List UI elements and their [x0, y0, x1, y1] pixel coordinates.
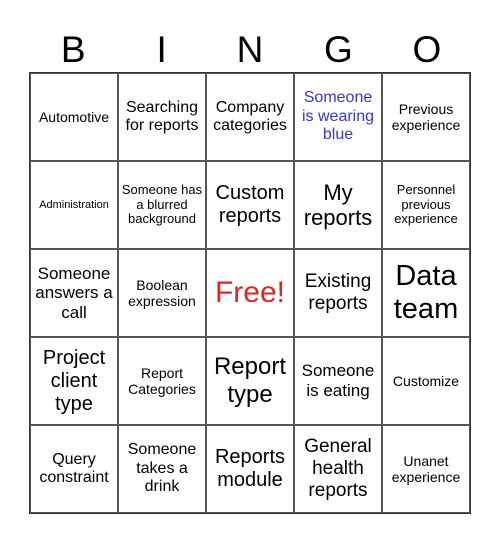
- bingo-cell[interactable]: Boolean expression: [118, 249, 206, 337]
- header-letter-b: B: [60, 29, 86, 70]
- bingo-cell[interactable]: Customize: [382, 337, 470, 425]
- bingo-header: B I N G O: [29, 28, 471, 72]
- bingo-cell[interactable]: Someone takes a drink: [118, 425, 206, 513]
- header-letter-n: N: [236, 29, 264, 70]
- bingo-cell[interactable]: General health reports: [294, 425, 382, 513]
- bingo-cell[interactable]: Someone answers a call: [30, 249, 118, 337]
- free-space-cell[interactable]: Free!: [206, 249, 294, 337]
- bingo-grid: Automotive Searching for reports Company…: [29, 72, 471, 514]
- bingo-cell[interactable]: Personnel previous experience: [382, 161, 470, 249]
- bingo-cell[interactable]: Automotive: [30, 73, 118, 161]
- bingo-cell[interactable]: Searching for reports: [118, 73, 206, 161]
- bingo-cell[interactable]: Report type: [206, 337, 294, 425]
- bingo-cell[interactable]: Existing reports: [294, 249, 382, 337]
- bingo-cell[interactable]: Report Categories: [118, 337, 206, 425]
- bingo-cell[interactable]: Data team: [382, 249, 470, 337]
- bingo-cell[interactable]: Someone is wearing blue: [294, 73, 382, 161]
- bingo-cell[interactable]: Someone has a blurred background: [118, 161, 206, 249]
- header-letter-g: G: [324, 29, 353, 70]
- bingo-cell[interactable]: Previous experience: [382, 73, 470, 161]
- bingo-cell[interactable]: Reports module: [206, 425, 294, 513]
- bingo-cell[interactable]: Company categories: [206, 73, 294, 161]
- header-letter-o: O: [412, 29, 442, 70]
- bingo-cell[interactable]: My reports: [294, 161, 382, 249]
- bingo-cell[interactable]: Someone is eating: [294, 337, 382, 425]
- header-letter-i: I: [156, 29, 167, 70]
- bingo-cell[interactable]: Unanet experience: [382, 425, 470, 513]
- bingo-cell[interactable]: Project client type: [30, 337, 118, 425]
- bingo-cell[interactable]: Custom reports: [206, 161, 294, 249]
- bingo-cell[interactable]: Administration: [30, 161, 118, 249]
- bingo-cell[interactable]: Query constraint: [30, 425, 118, 513]
